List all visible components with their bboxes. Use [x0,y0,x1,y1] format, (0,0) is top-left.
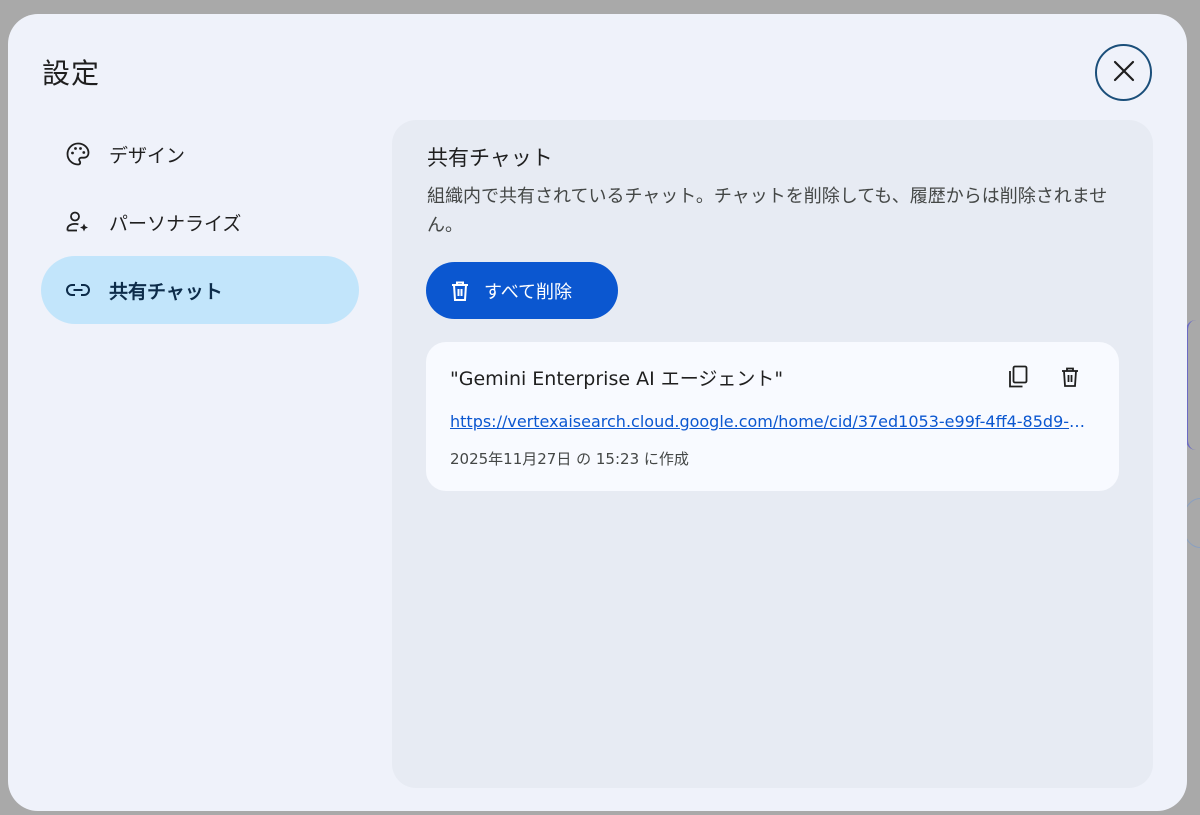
copy-icon [1007,365,1029,393]
chat-link[interactable]: https://vertexaisearch.cloud.google.com/… [450,412,1090,431]
link-icon [63,275,93,305]
nav-item-shared-chats[interactable]: 共有チャット [41,256,359,324]
close-icon [1113,60,1135,85]
backdrop-window-edge [1186,320,1200,450]
nav-item-personalize[interactable]: パーソナライズ [41,188,359,256]
nav-item-label: パーソナライズ [109,212,242,235]
shared-chats-panel: 共有チャット 組織内で共有されているチャット。チャットを削除しても、履歴からは削… [392,120,1153,788]
copy-link-button[interactable] [1003,364,1033,394]
close-button[interactable] [1095,44,1152,101]
chat-created-timestamp: 2025年11月27日 の 15:23 に作成 [450,450,689,468]
delete-chat-button[interactable] [1055,364,1085,394]
shared-chat-card: "Gemini Enterprise AI エージェント" https://ve… [426,342,1119,491]
nav-item-label: 共有チャット [109,280,223,303]
delete-all-button[interactable]: すべて削除 [426,262,618,319]
palette-icon [63,139,93,169]
nav-item-label: デザイン [109,144,186,167]
nav-item-design[interactable]: デザイン [41,120,359,188]
trash-icon [1060,366,1080,392]
settings-dialog: 設定 デザイン パーソナライズ 共有チャット 共有チャット 組織内で共有されてい… [8,14,1187,811]
delete-all-label: すべて削除 [484,281,573,302]
settings-nav: デザイン パーソナライズ 共有チャット [41,120,359,324]
trash-icon [450,280,470,302]
chat-title: "Gemini Enterprise AI エージェント" [450,368,784,390]
panel-description: 組織内で共有されているチャット。チャットを削除しても、履歴からは削除されません。 [427,186,1108,236]
panel-title: 共有チャット [427,146,553,170]
dialog-title: 設定 [42,57,101,90]
person-sparkle-icon [63,207,93,237]
